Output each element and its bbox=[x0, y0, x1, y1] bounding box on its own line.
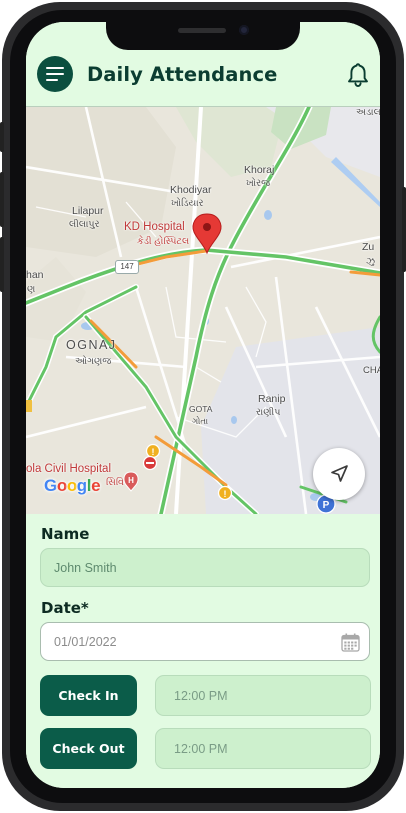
map-label-lilapur-gu: લીલાપુર bbox=[69, 219, 100, 230]
name-label: Name bbox=[41, 525, 90, 543]
map-label-cha: CHA bbox=[363, 365, 380, 376]
check-in-time-field[interactable]: 12:00 PM bbox=[155, 675, 371, 716]
map-label-lilapur: Lilapur bbox=[72, 205, 104, 217]
map-label-khoraj-gu: ખોરજ bbox=[246, 178, 271, 189]
map-label-khoraj: Khoraj bbox=[244, 164, 275, 176]
map-label-han: han bbox=[26, 269, 44, 281]
mute-switch bbox=[0, 122, 4, 152]
name-field[interactable]: John Smith bbox=[40, 548, 370, 587]
speaker-grille bbox=[178, 28, 226, 33]
phone-screen: Daily Attendance ! ! P H અડાલ Khoraj ખોર… bbox=[26, 22, 380, 788]
map-label-gota: GOTA bbox=[189, 404, 213, 414]
date-field-value: 01/01/2022 bbox=[54, 635, 117, 649]
map-label-civil-hospital-gu: સિવિ bbox=[106, 477, 124, 488]
map-label-kd-hospital[interactable]: KD Hospital bbox=[124, 221, 185, 233]
bell-icon bbox=[348, 63, 368, 87]
map-label-zu-gu: ઝુ bbox=[366, 256, 376, 267]
date-label: Date* bbox=[41, 599, 89, 617]
map-label-ranip: Ranip bbox=[258, 393, 286, 405]
my-location-button[interactable] bbox=[313, 448, 365, 500]
front-camera bbox=[239, 25, 249, 35]
map-label-ranip-gu: રાણીપ bbox=[256, 407, 281, 418]
notch bbox=[106, 22, 300, 50]
check-in-time-value: 12:00 PM bbox=[174, 689, 228, 703]
page-title: Daily Attendance bbox=[87, 63, 278, 86]
svg-text:!: ! bbox=[152, 447, 155, 457]
map-label-khodiyar: Khodiyar bbox=[170, 184, 212, 196]
map-view[interactable]: ! ! P H અડાલ Khoraj ખોરજ Khodiyar ખોડિયા… bbox=[26, 107, 380, 514]
check-in-button[interactable]: Check In bbox=[40, 675, 137, 716]
map-label-ognaj-gu: ઓગણજ bbox=[75, 356, 112, 367]
check-out-time-field[interactable]: 12:00 PM bbox=[155, 728, 371, 769]
power-button bbox=[402, 187, 406, 272]
navigation-arrow-icon bbox=[331, 465, 348, 482]
volume-down-button bbox=[0, 237, 4, 292]
svg-text:H: H bbox=[128, 476, 134, 485]
name-field-value: John Smith bbox=[54, 561, 117, 575]
notification-button[interactable] bbox=[346, 62, 370, 88]
check-out-time-value: 12:00 PM bbox=[174, 742, 228, 756]
volume-up-button bbox=[0, 172, 4, 227]
check-out-button[interactable]: Check Out bbox=[40, 728, 137, 769]
map-label-kd-hospital-gu: કેડી હોસ્પિટલ bbox=[137, 236, 190, 247]
map-label-gota-gu: ગોતા bbox=[192, 416, 209, 426]
map-label-ognaj: OGNAJ bbox=[66, 338, 117, 352]
map-label-civil-hospital[interactable]: ola Civil Hospital bbox=[26, 463, 111, 475]
calendar-icon[interactable] bbox=[341, 633, 360, 652]
attendance-form: Name John Smith Date* 01/01/2022 Check I… bbox=[26, 514, 380, 788]
date-field[interactable]: 01/01/2022 bbox=[40, 622, 370, 661]
google-attribution-logo: Google bbox=[44, 476, 101, 495]
svg-text:P: P bbox=[323, 500, 330, 511]
menu-button[interactable] bbox=[37, 56, 73, 92]
map-label-khodiyar-gu: ખોડિયાર bbox=[171, 198, 204, 209]
highway-shield: 147 bbox=[115, 260, 139, 274]
map-label-han-gu: ણ bbox=[27, 284, 36, 295]
map-label-zu: Zu bbox=[362, 241, 375, 253]
svg-text:!: ! bbox=[224, 489, 227, 499]
map-label-adalaj-gu: અડાલ bbox=[356, 107, 380, 118]
